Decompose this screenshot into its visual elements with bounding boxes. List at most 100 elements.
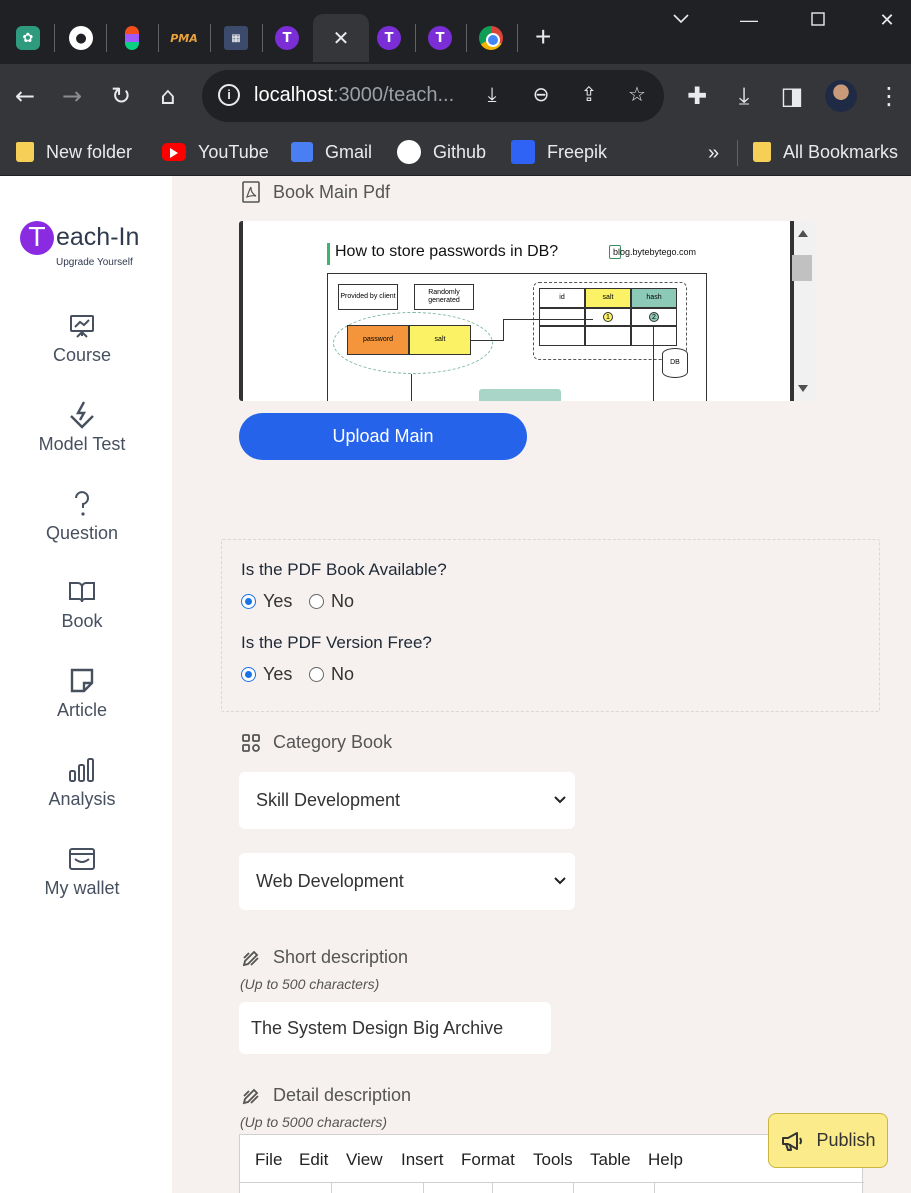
editor-menu-help[interactable]: Help (648, 1150, 683, 1170)
sidebar-item-book[interactable]: Book (0, 577, 164, 647)
book-icon (69, 582, 95, 603)
editor-menu-tools[interactable]: Tools (533, 1150, 573, 1170)
profile-avatar[interactable] (825, 80, 857, 112)
bookmark-gmail[interactable]: Gmail (291, 138, 372, 166)
short-description-title: Short description (241, 947, 408, 968)
pdf-preview[interactable]: How to store passwords in DB? blog.byteb… (239, 221, 815, 401)
bookmark-freepik[interactable]: Freepik (511, 138, 607, 166)
radio-unchecked-icon (309, 667, 324, 682)
detail-description-title: Detail description (241, 1085, 411, 1106)
pma-icon: PMA (170, 26, 198, 50)
edit-pen-icon (242, 1088, 259, 1104)
downloads-icon[interactable]: ⤓ (729, 82, 759, 110)
folder-icon (16, 142, 34, 162)
scroll-thumb[interactable] (792, 255, 812, 281)
pdf-file-icon (242, 181, 260, 203)
new-tab-button[interactable]: + (535, 22, 551, 52)
window-close-icon[interactable]: ✕ (872, 10, 902, 31)
tab-chrome[interactable] (468, 14, 514, 62)
pdf-available-no-radio[interactable]: No (309, 591, 354, 612)
logo-text: each-In (56, 223, 140, 251)
editor-menu-file[interactable]: File (255, 1150, 282, 1170)
editor-menu-table[interactable]: Table (590, 1150, 631, 1170)
back-icon[interactable]: ← (10, 82, 40, 110)
tab-search-chevron-icon[interactable] (666, 8, 696, 29)
editor-menu-insert[interactable]: Insert (401, 1150, 444, 1170)
tab-chatgpt[interactable]: ✿ (5, 14, 51, 62)
editor-menu-format[interactable]: Format (461, 1150, 515, 1170)
bookmark-star-icon[interactable]: ☆ (623, 82, 651, 106)
sidebar-item-model-test[interactable]: Model Test (0, 400, 164, 470)
category-secondary-select[interactable]: Web Development (239, 853, 575, 910)
install-app-icon[interactable]: ⤓ (478, 82, 506, 106)
reload-icon[interactable]: ↻ (106, 82, 136, 110)
bookmark-new-folder[interactable]: New folder (16, 138, 132, 166)
tab-teach-in-1[interactable]: T (264, 14, 310, 62)
note-icon (70, 668, 94, 693)
menu-kebab-icon[interactable]: ⋮ (874, 82, 904, 110)
book-main-pdf-title: Book Main Pdf (241, 181, 390, 203)
scroll-up-icon[interactable] (798, 230, 808, 237)
bookmarks-bar: New folder YouTube Gmail Github Freepik … (0, 128, 911, 176)
chevron-down-icon (554, 796, 566, 804)
side-panel-icon[interactable]: ◨ (777, 82, 807, 110)
publish-button[interactable]: Publish (768, 1113, 888, 1168)
bolt-check-icon (70, 401, 94, 429)
pdf-free-yes-radio[interactable]: Yes (241, 664, 292, 685)
category-primary-select[interactable]: Skill Development (239, 772, 575, 829)
tab-github[interactable]: ● (58, 14, 104, 62)
tab-teach-in-2[interactable]: T (366, 14, 412, 62)
detail-description-hint: (Up to 5000 characters) (240, 1114, 388, 1130)
pdf-free-no-radio[interactable]: No (309, 664, 354, 685)
sidebar-item-course[interactable]: Course (0, 311, 164, 381)
short-description-hint: (Up to 500 characters) (240, 976, 380, 992)
address-bar[interactable]: i localhost:3000/teach... ⤓ ⊖ ⇪ ☆ (202, 70, 664, 122)
pdf-available-yes-radio[interactable]: Yes (241, 591, 292, 612)
tab-figma[interactable] (109, 14, 155, 62)
megaphone-icon (782, 1131, 803, 1151)
site-info-icon[interactable]: i (218, 84, 240, 106)
pdf-scrollbar[interactable] (790, 221, 815, 401)
extensions-icon[interactable]: ✚ (682, 82, 712, 110)
sidebar-item-analysis[interactable]: Analysis (0, 755, 164, 825)
browser-toolbar: ← → ↻ ⌂ i localhost:3000/teach... ⤓ ⊖ ⇪ … (0, 64, 911, 128)
question-icon (75, 491, 89, 516)
zoom-icon[interactable]: ⊖ (527, 82, 555, 106)
maximize-icon[interactable] (803, 10, 833, 31)
short-description-input[interactable]: The System Design Big Archive (239, 1002, 551, 1054)
scroll-down-icon[interactable] (798, 385, 808, 392)
editor-menu-edit[interactable]: Edit (299, 1150, 328, 1170)
tab-active[interactable]: ✕ (313, 14, 369, 62)
forward-icon[interactable]: → (57, 82, 87, 110)
teach-in-icon: T (377, 26, 401, 50)
browser-tab-strip: ✿ ● PMA ▦ T ✕ T T + — ✕ (0, 0, 911, 64)
sidebar: T each-In Upgrade Yourself Course Model … (0, 176, 172, 1193)
google-docs-icon (291, 142, 313, 162)
teach-in-icon: T (428, 26, 452, 50)
bookmark-github[interactable]: Github (397, 138, 486, 166)
all-bookmarks[interactable]: All Bookmarks (753, 138, 898, 166)
share-icon[interactable]: ⇪ (575, 82, 603, 106)
chevron-down-icon (554, 877, 566, 885)
home-icon[interactable]: ⌂ (153, 82, 183, 110)
minimize-icon[interactable]: — (734, 10, 764, 31)
sidebar-item-my-wallet[interactable]: My wallet (0, 844, 164, 914)
bookmark-youtube[interactable]: YouTube (162, 138, 269, 166)
edit-pen-icon (242, 950, 259, 966)
pdf-diagram: Provided by client Randomly generated pa… (327, 273, 707, 401)
radio-checked-icon (241, 667, 256, 682)
pdf-available-question: Is the PDF Book Available? (241, 560, 447, 579)
tab-teach-in-3[interactable]: T (417, 14, 463, 62)
sidebar-item-question[interactable]: Question (0, 489, 164, 559)
sidebar-item-article[interactable]: Article (0, 666, 164, 736)
tab-pma[interactable]: PMA (161, 14, 207, 62)
category-grid-icon (242, 733, 260, 752)
editor-menu-view[interactable]: View (346, 1150, 383, 1170)
close-icon[interactable]: ✕ (333, 26, 350, 51)
bar-chart-icon (69, 758, 94, 782)
url-text[interactable]: localhost:3000/teach... (254, 84, 454, 107)
figma-icon (125, 26, 139, 50)
bookmarks-overflow-button[interactable]: » (708, 142, 719, 165)
upload-main-button[interactable]: Upload Main (239, 413, 527, 460)
tab-video[interactable]: ▦ (213, 14, 259, 62)
